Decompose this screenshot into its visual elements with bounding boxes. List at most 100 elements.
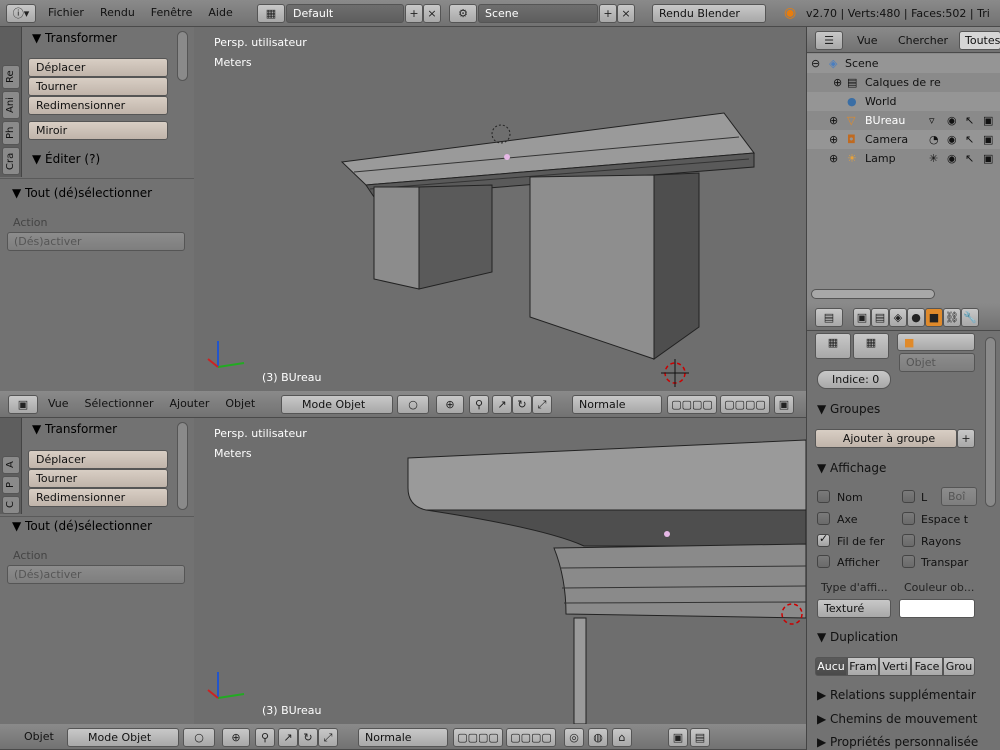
object-type-select[interactable]: Objet bbox=[899, 353, 975, 372]
outliner-tab-toutes[interactable]: Toutes bbox=[959, 31, 1000, 50]
3d-viewport-bottom[interactable]: Persp. utilisateur Meters (3) BUreau bbox=[194, 418, 806, 724]
pin-grid-b[interactable]: ▦ bbox=[853, 333, 889, 359]
dup-group[interactable]: Grou bbox=[943, 657, 975, 676]
menu-objet[interactable]: Objet bbox=[16, 724, 62, 750]
translate-button[interactable]: Déplacer bbox=[28, 450, 168, 469]
outliner-row-bureau[interactable]: ⊕ ▽ BUreau ▿ ◉ ↖ ▣ bbox=[807, 111, 1000, 130]
shading-icon[interactable]: ○ bbox=[397, 395, 429, 414]
manipulator-icon[interactable]: ⚲ bbox=[255, 728, 275, 747]
display-type-select[interactable]: Texturé bbox=[817, 599, 891, 618]
tab-ph[interactable]: Ph bbox=[2, 121, 20, 145]
rotate-widget-icon[interactable]: ↻ bbox=[512, 395, 532, 414]
expand-icon[interactable]: ⊕ bbox=[829, 149, 838, 168]
tab-re[interactable]: Re bbox=[2, 65, 20, 89]
orientation-select[interactable]: Normale bbox=[572, 395, 662, 414]
tool-scrollbar[interactable] bbox=[177, 422, 188, 510]
dup-faces[interactable]: Face bbox=[911, 657, 943, 676]
object-data-icon[interactable]: ■ bbox=[897, 333, 975, 351]
pivot-icon[interactable]: ⊕ bbox=[436, 395, 464, 414]
world-tab-icon[interactable]: ● bbox=[907, 308, 925, 327]
screen-layout-icon[interactable]: ▦ bbox=[257, 4, 285, 23]
transform-panel-title[interactable]: ▼ Transformer bbox=[32, 31, 117, 45]
desk-model[interactable] bbox=[194, 27, 806, 391]
layers-grid-a[interactable]: ▢▢▢▢ bbox=[453, 728, 503, 747]
pivot-icon[interactable]: ⊕ bbox=[222, 728, 250, 747]
render-icon[interactable]: ▣ bbox=[668, 728, 688, 747]
mode-select[interactable]: Mode Objet bbox=[281, 395, 393, 414]
transform-panel-title[interactable]: ▼ Transformer bbox=[32, 422, 117, 436]
rotate-button[interactable]: Tourner bbox=[28, 77, 168, 96]
visibility-eye-icon[interactable]: ◉ bbox=[947, 130, 957, 149]
checkbox-wireframe[interactable] bbox=[817, 532, 830, 547]
scale-button[interactable]: Redimensionner bbox=[28, 96, 168, 115]
bounds-type-select[interactable]: Boî bbox=[941, 487, 977, 506]
collapse-icon[interactable]: ⊖ bbox=[811, 54, 820, 73]
tab-a[interactable]: A bbox=[2, 456, 20, 474]
outliner-tab-vue[interactable]: Vue bbox=[857, 34, 878, 47]
render-camera-icon[interactable]: ▣ bbox=[983, 149, 993, 168]
desk-closeup-model[interactable] bbox=[194, 418, 806, 724]
proportional-icon[interactable]: ◍ bbox=[588, 728, 608, 747]
scene-tab-icon[interactable]: ◈ bbox=[889, 308, 907, 327]
menu-selectionner[interactable]: Sélectionner bbox=[77, 391, 162, 417]
scene-icon[interactable]: ⚙ bbox=[449, 4, 477, 23]
layers-tab-icon[interactable]: ▤ bbox=[871, 308, 889, 327]
tab-cra[interactable]: Cra bbox=[2, 147, 20, 175]
remove-layout-icon[interactable]: × bbox=[423, 4, 441, 23]
translate-widget-icon[interactable]: ↗ bbox=[278, 728, 298, 747]
checkbox-show[interactable] bbox=[817, 555, 830, 568]
select-cursor-icon[interactable]: ↖ bbox=[965, 149, 974, 168]
relations-extra-title[interactable]: ▶ Relations supplémentair bbox=[817, 688, 976, 702]
render-anim-icon[interactable]: ▤ bbox=[690, 728, 710, 747]
tab-c[interactable]: C bbox=[2, 496, 20, 514]
expand-icon[interactable]: ⊕ bbox=[829, 111, 838, 130]
checkbox-bounds[interactable] bbox=[902, 490, 915, 503]
expand-icon[interactable]: ⊕ bbox=[833, 73, 842, 92]
manipulator-icon[interactable]: ⚲ bbox=[469, 395, 489, 414]
menu-fenetre[interactable]: Fenêtre bbox=[143, 0, 201, 26]
outliner-editor-icon[interactable]: ☰ bbox=[815, 31, 843, 50]
tool-scrollbar[interactable] bbox=[177, 31, 188, 81]
translate-button[interactable]: Déplacer bbox=[28, 58, 168, 77]
outliner-row-scene[interactable]: ⊖ ◈ Scene bbox=[807, 54, 1000, 73]
render-tab-icon[interactable]: ▣ bbox=[853, 308, 871, 327]
render-camera-icon[interactable]: ▣ bbox=[983, 130, 993, 149]
orientation-select[interactable]: Normale bbox=[358, 728, 448, 747]
add-group-plus-icon[interactable]: + bbox=[957, 429, 975, 448]
layers-grid-b[interactable]: ▢▢▢▢ bbox=[506, 728, 556, 747]
mode-select[interactable]: Mode Objet bbox=[67, 728, 179, 747]
properties-scrollbar[interactable] bbox=[985, 337, 996, 507]
render-camera-icon[interactable]: ▣ bbox=[983, 111, 993, 130]
checkbox-name[interactable] bbox=[817, 490, 830, 503]
lock-layers-icon[interactable]: ▣ bbox=[774, 395, 794, 414]
snap-element-icon[interactable]: ⌂ bbox=[612, 728, 632, 747]
outliner-hscrollbar[interactable] bbox=[811, 289, 935, 299]
select-cursor-icon[interactable]: ↖ bbox=[965, 111, 974, 130]
object-tab-icon[interactable]: ■ bbox=[925, 308, 943, 327]
dup-frames[interactable]: Fram bbox=[847, 657, 879, 676]
layers-grid-b[interactable]: ▢▢▢▢ bbox=[720, 395, 770, 414]
scale-widget-icon[interactable]: ⤢ bbox=[318, 728, 338, 747]
menu-objet[interactable]: Objet bbox=[217, 391, 263, 417]
outliner-row-lamp[interactable]: ⊕ ☀ Lamp ✳ ◉ ↖ ▣ bbox=[807, 149, 1000, 168]
outliner-row-renderlayers[interactable]: ⊕ ▤ Calques de re bbox=[807, 73, 1000, 92]
menu-vue[interactable]: Vue bbox=[40, 391, 77, 417]
checkbox-texture-space[interactable] bbox=[902, 512, 915, 525]
custom-props-title[interactable]: ▶ Propriétés personnalisée bbox=[817, 735, 978, 749]
outliner-tab-chercher[interactable]: Chercher bbox=[898, 34, 948, 47]
motion-paths-title[interactable]: ▶ Chemins de mouvement bbox=[817, 712, 977, 726]
rotate-widget-icon[interactable]: ↻ bbox=[298, 728, 318, 747]
display-title[interactable]: ▼ Affichage bbox=[817, 461, 886, 475]
remove-scene-icon[interactable]: × bbox=[617, 4, 635, 23]
action-select[interactable]: (Dés)activer bbox=[7, 232, 185, 251]
scale-widget-icon[interactable]: ⤢ bbox=[532, 395, 552, 414]
add-scene-icon[interactable]: + bbox=[599, 4, 617, 23]
3d-viewport-top[interactable]: Persp. utilisateur Meters (3) BUreau bbox=[194, 27, 806, 391]
scale-button[interactable]: Redimensionner bbox=[28, 488, 168, 507]
action-select[interactable]: (Dés)activer bbox=[7, 565, 185, 584]
editor-type-icon[interactable]: ▣ bbox=[8, 395, 38, 414]
menu-aide[interactable]: Aide bbox=[200, 0, 240, 26]
modifiers-tab-icon[interactable]: 🔧 bbox=[961, 308, 979, 327]
snap-icon[interactable]: ◎ bbox=[564, 728, 584, 747]
menu-fichier[interactable]: Fichier bbox=[40, 0, 92, 26]
